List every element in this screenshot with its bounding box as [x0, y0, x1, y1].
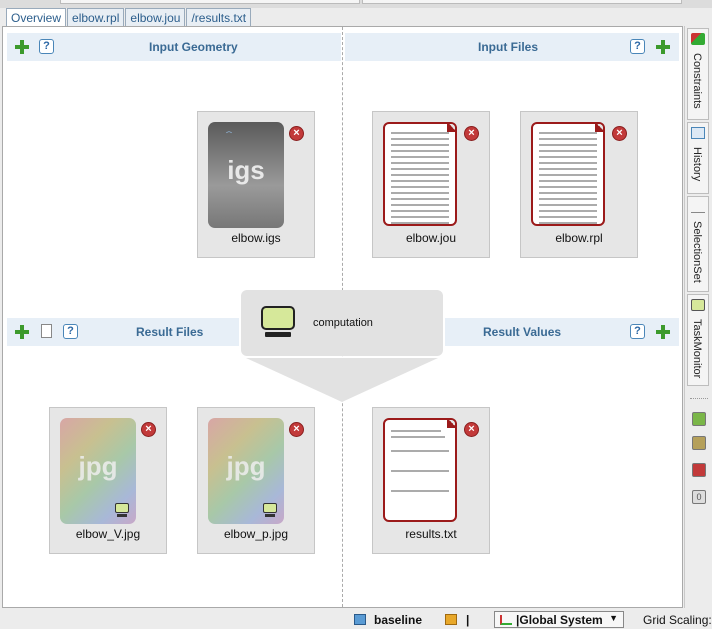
thumb-label: igs [227, 155, 265, 185]
tab-history[interactable]: History [687, 122, 709, 194]
constraints-icon [691, 33, 705, 45]
separator [690, 398, 708, 399]
igs-file-icon: ⌒ igs [208, 122, 284, 228]
top-strip [0, 0, 712, 8]
computer-icon [115, 503, 129, 517]
baseline-label[interactable]: baseline [374, 613, 422, 627]
jpg-file-icon: jpg [60, 418, 136, 524]
file-search-icon[interactable] [41, 324, 52, 338]
computation-node[interactable]: computation [241, 290, 443, 356]
help-icon[interactable]: ? [630, 324, 645, 339]
file-name: elbow_p.jpg [223, 527, 289, 541]
add-result-value-icon[interactable] [656, 325, 670, 339]
task-monitor-icon [691, 299, 705, 311]
section-title: Result Files [136, 325, 204, 339]
top-strip-segment [60, 0, 360, 4]
delete-icon[interactable]: × [464, 126, 479, 141]
task-done-icon[interactable] [692, 412, 706, 426]
file-tile-elbow-jou[interactable]: × elbow.jou [372, 111, 490, 258]
section-title: Input Geometry [149, 40, 238, 54]
file-name: results.txt [405, 527, 457, 541]
brand-logo: ⌒ [226, 133, 233, 139]
delete-icon[interactable]: × [289, 422, 304, 437]
file-tile-elbow-v-jpg[interactable]: jpg × elbow_V.jpg [49, 407, 167, 554]
task-count-badge: 0 [692, 490, 706, 504]
jpg-file-icon: jpg [208, 418, 284, 524]
delete-icon[interactable]: × [612, 126, 627, 141]
add-input-file-icon[interactable] [656, 40, 670, 54]
file-tile-elbow-igs[interactable]: ⌒ igs × elbow.igs [197, 111, 315, 258]
tab-constraints[interactable]: Constraints [687, 28, 709, 120]
folder-icon[interactable] [445, 614, 457, 625]
result-files-header: ? Result Files [7, 318, 239, 346]
file-name: elbow_V.jpg [75, 527, 141, 541]
computation-label: computation [313, 317, 373, 329]
thumb-label: jpg [78, 451, 118, 481]
file-name: elbow.igs [231, 231, 281, 245]
axes-icon [500, 615, 512, 625]
computer-icon [263, 503, 277, 517]
tab-label: TaskMonitor [691, 319, 703, 379]
text-document-icon [383, 122, 457, 226]
grid-scaling-label: Grid Scaling: 1 [643, 613, 712, 627]
help-icon[interactable]: ? [630, 39, 645, 54]
tab-label: History [691, 147, 703, 182]
chevron-down-icon: ▼ [609, 613, 618, 623]
computer-icon [261, 306, 295, 338]
file-name: elbow.rpl [555, 231, 603, 245]
delete-icon[interactable]: × [289, 126, 304, 141]
baseline-icon [354, 614, 366, 625]
overview-panel: ? Input Geometry Input Files ? ? Result … [2, 26, 683, 608]
tab-selectionset[interactable]: SelectionSet [687, 196, 709, 292]
input-files-header: Input Files ? [345, 33, 679, 61]
tab-results-txt[interactable]: /results.txt [186, 8, 252, 26]
status-bar: baseline | |Global System ▼ Grid Scaling… [0, 610, 712, 629]
tab-elbow-rpl[interactable]: elbow.rpl [67, 8, 125, 26]
status-separator: | [466, 613, 470, 627]
top-strip-segment [362, 0, 682, 4]
tab-elbow-jou[interactable]: elbow.jou [125, 8, 186, 26]
tab-overview[interactable]: Overview [6, 8, 67, 27]
file-tile-elbow-rpl[interactable]: × elbow.rpl [520, 111, 638, 258]
add-result-file-icon[interactable] [15, 325, 29, 339]
thumb-label: jpg [226, 451, 266, 481]
delete-icon[interactable]: × [464, 422, 479, 437]
section-title: Input Files [478, 40, 538, 54]
editor-tabs: Overview elbow.rpl elbow.jou /results.tx… [6, 8, 252, 27]
coordinate-system-value: |Global System [516, 613, 603, 627]
text-document-icon [383, 418, 457, 522]
selection-icon [691, 201, 705, 213]
help-icon[interactable]: ? [39, 39, 54, 54]
help-icon[interactable]: ? [63, 324, 78, 339]
section-title: Result Values [483, 325, 562, 339]
file-name: elbow.jou [405, 231, 457, 245]
delete-icon[interactable]: × [141, 422, 156, 437]
input-geometry-header: ? Input Geometry [7, 33, 341, 61]
file-tile-results-txt[interactable]: × results.txt [372, 407, 490, 554]
right-sidebar: Constraints History SelectionSet TaskMon… [684, 26, 712, 608]
task-error-icon[interactable] [692, 463, 706, 477]
text-document-icon [531, 122, 605, 226]
history-icon [691, 127, 705, 139]
tab-label: SelectionSet [691, 221, 703, 283]
tab-label: Constraints [691, 53, 703, 109]
add-geometry-icon[interactable] [15, 40, 29, 54]
coordinate-system-dropdown[interactable]: |Global System ▼ [494, 611, 624, 628]
flow-arrow [246, 358, 438, 402]
result-values-header: Result Values ? [445, 318, 679, 346]
tab-taskmonitor[interactable]: TaskMonitor [687, 294, 709, 386]
task-queued-icon[interactable] [692, 436, 706, 450]
file-tile-elbow-p-jpg[interactable]: jpg × elbow_p.jpg [197, 407, 315, 554]
